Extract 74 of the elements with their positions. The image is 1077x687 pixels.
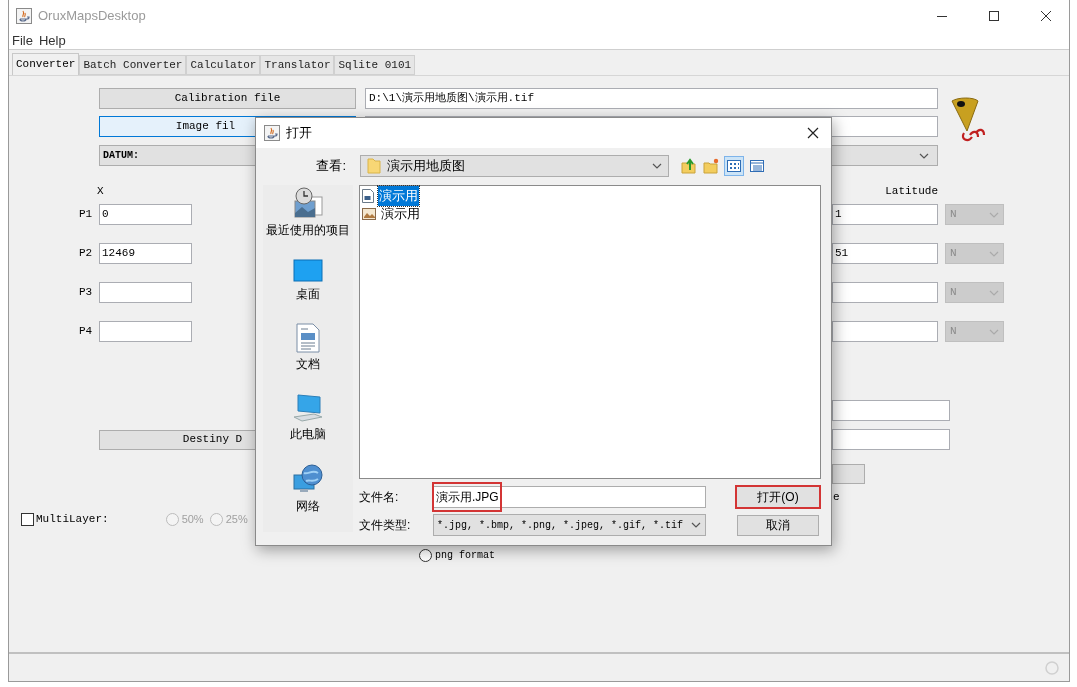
chevron-down-icon xyxy=(989,211,999,218)
place-item[interactable]: 桌面 xyxy=(265,259,351,301)
calibration-file-button[interactable]: Calibration file xyxy=(99,88,356,109)
chevron-down-icon xyxy=(652,163,662,169)
chevron-down-icon xyxy=(989,250,999,257)
folder-icon xyxy=(367,158,381,174)
menu-item[interactable]: Help xyxy=(38,30,66,51)
point-label: P4 xyxy=(79,324,94,340)
computer-icon xyxy=(292,393,324,423)
place-item[interactable]: 最近使用的项目 xyxy=(265,187,351,237)
scale-label: 25% xyxy=(225,512,248,528)
clock-documents-icon xyxy=(292,187,324,219)
multilayer-label: MultiLayer: xyxy=(36,512,109,528)
tab[interactable]: Translator xyxy=(260,55,335,75)
file-item[interactable]: 演示用 xyxy=(362,187,820,205)
png-format-label: png format xyxy=(435,548,495,563)
chevron-down-icon xyxy=(691,522,701,528)
chevron-down-icon xyxy=(919,152,929,159)
point-label: P3 xyxy=(79,285,94,301)
tab[interactable]: Sqlite 0101 xyxy=(334,55,416,75)
scale-label: 50% xyxy=(181,512,204,528)
document-icon xyxy=(362,189,374,203)
close-icon xyxy=(1041,11,1051,21)
minimize-icon xyxy=(937,15,947,17)
window-title: OruxMapsDesktop xyxy=(38,7,146,26)
close-icon xyxy=(807,127,819,139)
chevron-down-icon xyxy=(989,289,999,296)
highlight-frame xyxy=(432,482,502,512)
x-field[interactable] xyxy=(99,321,192,342)
blank-button[interactable] xyxy=(832,464,865,484)
grid-icon xyxy=(727,160,741,172)
tab[interactable]: Converter xyxy=(12,53,80,75)
new-folder-icon xyxy=(703,158,719,174)
chevron-down-icon xyxy=(989,328,999,335)
file-name-label: 文件名: xyxy=(359,489,400,506)
open-button[interactable]: 打开(O) xyxy=(735,485,821,509)
latitude-field[interactable] xyxy=(832,282,938,303)
latitude-header: Latitude xyxy=(885,183,938,199)
text-field[interactable] xyxy=(832,429,950,450)
x-field[interactable] xyxy=(99,282,192,303)
look-in-label: 查看: xyxy=(315,157,346,176)
circle-icon xyxy=(1045,660,1059,675)
folder-up-icon xyxy=(681,158,697,174)
maximize-icon xyxy=(989,11,999,21)
point-label: P2 xyxy=(79,246,94,262)
multilayer-checkbox[interactable] xyxy=(21,513,34,526)
network-icon xyxy=(292,463,324,495)
tab[interactable]: Calculator xyxy=(186,55,261,75)
file-type-dropdown[interactable]: *.jpg, *.bmp, *.png, *.jpeg, *.gif, *.tif xyxy=(433,514,706,536)
text-field[interactable] xyxy=(832,400,950,421)
file-type-label: 文件类型: xyxy=(359,517,412,534)
file-item[interactable]: 演示用 xyxy=(362,205,820,223)
point-label: P1 xyxy=(79,207,94,223)
details-view-button[interactable] xyxy=(748,157,766,175)
place-item[interactable]: 文档 xyxy=(265,323,351,371)
tab[interactable]: Batch Converter xyxy=(79,55,187,75)
app-icon xyxy=(264,125,280,141)
app-icon xyxy=(16,8,32,24)
new-folder-button[interactable] xyxy=(702,157,720,175)
x-header: X xyxy=(97,183,104,199)
calibration-path-field[interactable]: D:\1\演示用地质图\演示用.tif xyxy=(365,88,938,109)
image-file-icon xyxy=(362,208,376,220)
png-format-radio[interactable] xyxy=(419,548,432,562)
label-fragment: e xyxy=(833,490,841,505)
document-icon xyxy=(296,323,320,353)
desktop-icon xyxy=(293,259,323,283)
look-in-dropdown[interactable]: 演示用地质图 xyxy=(360,155,669,177)
menu-item[interactable]: File xyxy=(12,30,33,51)
list-view-button[interactable] xyxy=(724,156,744,176)
latitude-field[interactable] xyxy=(832,321,938,342)
table-icon xyxy=(750,160,764,172)
cancel-button[interactable]: 取消 xyxy=(737,514,819,536)
up-folder-button[interactable] xyxy=(680,157,698,175)
place-item[interactable]: 网络 xyxy=(265,463,351,513)
